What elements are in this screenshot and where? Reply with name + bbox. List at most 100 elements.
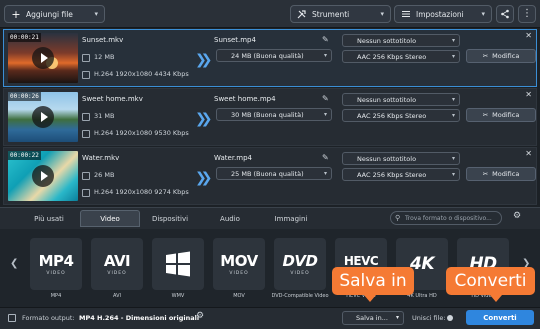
convert-arrow-icon: ❯❯	[195, 52, 213, 68]
convert-arrow-icon: ❯❯	[195, 111, 213, 127]
format-label: WMV	[171, 293, 185, 299]
output-format-icon	[8, 314, 16, 322]
video-info-icon	[82, 189, 90, 197]
edit-button[interactable]: ✂ Modifica	[466, 108, 536, 122]
file-size-icon	[82, 172, 90, 180]
file-row[interactable]: 00:00:26 Sweet home.mkv 31 MB H.264 1920…	[3, 88, 537, 146]
rename-pencil-icon[interactable]: ✎	[322, 35, 329, 44]
format-label: MOV	[233, 293, 245, 299]
tools-button[interactable]: Strumenti ▾	[290, 5, 391, 23]
remove-file-icon[interactable]: ✕	[525, 31, 532, 40]
more-vertical-icon: ⋮	[522, 8, 532, 19]
output-size-dropdown[interactable]: 30 MB (Buona qualità) ▾	[216, 108, 332, 121]
edit-button[interactable]: ✂ Modifica	[466, 49, 536, 63]
tab-audio[interactable]: Audio	[200, 210, 260, 227]
tools-label: Strumenti	[312, 9, 350, 19]
format-sub-text: VIDEO	[290, 271, 310, 276]
edit-button[interactable]: ✂ Modifica	[466, 167, 536, 181]
remove-file-icon[interactable]: ✕	[525, 149, 532, 158]
convert-callout-text: Converti	[454, 271, 527, 291]
tab-label: Più usati	[34, 214, 64, 223]
audio-value: AAC 256 Kbps Stereo	[357, 52, 427, 61]
file-row[interactable]: 00:00:21 Sunset.mkv 12 MB H.264 1920x108…	[3, 29, 537, 87]
edit-label: Modifica	[492, 52, 520, 60]
save-in-label: Salva in...	[356, 314, 388, 322]
output-file-name[interactable]: Sweet home.mp4	[214, 95, 276, 103]
settings-label: Impostazioni	[416, 9, 464, 19]
chevron-down-icon: ▾	[94, 10, 98, 18]
share-button[interactable]	[496, 5, 514, 23]
output-format-value: MP4 H.264 - Dimensioni originali	[79, 314, 200, 322]
convert-callout-pointer	[490, 295, 502, 302]
subtitle-dropdown[interactable]: Nessun sottotitolo ▾	[342, 152, 460, 165]
format-logo-text: MOV	[220, 252, 258, 270]
save-in-dropdown[interactable]: Salva in... ▾	[342, 311, 404, 325]
format-sub-text: VIDEO	[229, 271, 249, 276]
output-settings-gear-icon[interactable]: ⚙	[196, 311, 204, 321]
tab-video[interactable]: Video	[80, 210, 140, 227]
convert-label: Converti	[483, 313, 517, 322]
tab-label: Dispositivi	[151, 214, 189, 223]
tools-icon	[297, 9, 307, 19]
audio-dropdown[interactable]: AAC 256 Kbps Stereo ▾	[342, 50, 460, 63]
video-thumbnail[interactable]: 00:00:26	[8, 92, 78, 142]
chevron-down-icon: ▾	[323, 170, 327, 177]
format-logo-text: AVI	[103, 252, 131, 270]
output-file-name[interactable]: Sunset.mp4	[214, 36, 256, 44]
settings-icon	[401, 9, 411, 19]
tab-label: Video	[100, 214, 120, 223]
chevron-down-icon: ▾	[323, 111, 327, 118]
file-row[interactable]: 00:00:22 Water.mkv 26 MB H.264 1920x1080…	[3, 147, 537, 205]
format-tile-mp4[interactable]: MP4 VIDEO	[30, 238, 82, 290]
output-size-value: 24 MB (Buona qualità)	[231, 51, 304, 60]
tab-most-used[interactable]: Più usati	[18, 210, 80, 227]
subtitle-dropdown[interactable]: Nessun sottotitolo ▾	[342, 93, 460, 106]
file-size-icon	[82, 113, 90, 121]
play-icon[interactable]	[32, 47, 54, 69]
subtitle-dropdown[interactable]: Nessun sottotitolo ▾	[342, 34, 460, 47]
search-placeholder: Trova formato o dispositivo...	[405, 214, 492, 222]
video-thumbnail[interactable]: 00:00:21	[8, 33, 78, 83]
source-file-size: 31 MB	[94, 112, 115, 120]
format-search-input[interactable]: ⚲ Trova formato o dispositivo...	[390, 211, 502, 225]
scissors-icon: ✂	[482, 170, 489, 178]
chevron-left-icon[interactable]: ❮	[10, 258, 18, 269]
tab-images[interactable]: Immagini	[260, 210, 322, 227]
audio-value: AAC 256 Kbps Stereo	[357, 111, 427, 120]
save-in-callout: Salva in	[332, 267, 414, 295]
video-thumbnail[interactable]: 00:00:22	[8, 151, 78, 201]
rename-pencil-icon[interactable]: ✎	[322, 94, 329, 103]
edit-label: Modifica	[492, 111, 520, 119]
format-tile-avi[interactable]: AVI VIDEO	[91, 238, 143, 290]
audio-dropdown[interactable]: AAC 256 Kbps Stereo ▾	[342, 168, 460, 181]
output-size-dropdown[interactable]: 25 MB (Buona qualità) ▾	[216, 167, 332, 180]
tab-devices[interactable]: Dispositivi	[140, 210, 200, 227]
output-size-dropdown[interactable]: 24 MB (Buona qualità) ▾	[216, 49, 332, 62]
format-tile-mov[interactable]: MOV VIDEO	[213, 238, 265, 290]
output-file-name[interactable]: Water.mp4	[214, 154, 252, 162]
format-tile-wmv[interactable]	[152, 238, 204, 290]
merge-files-label: Unisci file:	[412, 314, 446, 322]
output-size-value: 25 MB (Buona qualità)	[231, 169, 304, 178]
convert-button[interactable]: Converti	[466, 310, 534, 325]
audio-dropdown[interactable]: AAC 256 Kbps Stereo ▾	[342, 109, 460, 122]
add-files-button[interactable]: + Aggiungi file ▾	[4, 5, 105, 23]
duration-label: 00:00:26	[8, 92, 41, 101]
save-in-callout-text: Salva in	[339, 271, 407, 291]
format-sub-text: VIDEO	[107, 271, 127, 276]
tab-label: Audio	[220, 214, 240, 223]
tab-label: Immagini	[274, 214, 308, 223]
rename-pencil-icon[interactable]: ✎	[322, 153, 329, 162]
play-icon[interactable]	[32, 106, 54, 128]
merge-files-toggle[interactable]	[447, 315, 453, 321]
chevron-down-icon: ▾	[380, 10, 384, 18]
chevron-down-icon: ▾	[323, 52, 327, 59]
play-icon[interactable]	[32, 165, 54, 187]
settings-button[interactable]: Impostazioni ▾	[394, 5, 492, 23]
status-bar: Formato output: MP4 H.264 - Dimensioni o…	[0, 307, 540, 329]
scissors-icon: ✂	[482, 111, 489, 119]
format-settings-icon[interactable]: ⚙	[510, 211, 524, 225]
menu-button[interactable]: ⋮	[518, 5, 536, 23]
remove-file-icon[interactable]: ✕	[525, 90, 532, 99]
format-tile-dvd[interactable]: DVD VIDEO	[274, 238, 326, 290]
